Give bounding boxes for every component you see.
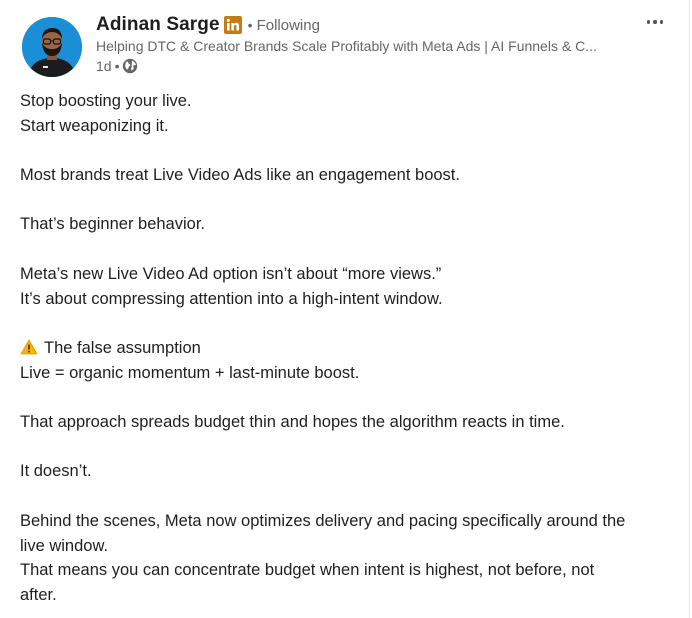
text-line: Start weaponizing it. bbox=[20, 116, 169, 135]
text-line: Behind the scenes, Meta now optimizes de… bbox=[20, 511, 626, 530]
text-line: It doesn’t. bbox=[20, 462, 92, 481]
warning-icon bbox=[20, 338, 38, 355]
feed-post-card: Adinan Sarge • Following Helping DTC & C… bbox=[0, 0, 690, 618]
paragraph: Most brands treat Live Video Ads like an… bbox=[20, 163, 670, 188]
text-line: live window. bbox=[20, 536, 109, 555]
text-line: Most brands treat Live Video Ads like an… bbox=[20, 166, 460, 185]
follow-status[interactable]: Following bbox=[257, 17, 320, 34]
globe-icon bbox=[122, 58, 138, 74]
post-time: 1d bbox=[96, 58, 112, 74]
linkedin-icon bbox=[223, 16, 242, 34]
post-meta: 1d • bbox=[96, 58, 138, 74]
paragraph: The false assumption Live = organic mome… bbox=[20, 336, 670, 385]
warning-heading: The false assumption bbox=[44, 338, 201, 357]
avatar-photo bbox=[22, 17, 82, 77]
text-line: That means you can concentrate budget wh… bbox=[20, 561, 595, 580]
author-avatar[interactable] bbox=[22, 17, 82, 77]
separator-dot: • bbox=[114, 58, 120, 74]
post-header: Adinan Sarge • Following bbox=[96, 14, 320, 36]
paragraph: That’s beginner behavior. bbox=[20, 212, 670, 237]
author-name[interactable]: Adinan Sarge bbox=[96, 14, 220, 36]
paragraph: Meta’s new Live Video Ad option isn’t ab… bbox=[20, 262, 670, 311]
text-line: The false assumption bbox=[20, 336, 670, 361]
text-line: Stop boosting your live. bbox=[20, 92, 192, 110]
text-line: That’s beginner behavior. bbox=[20, 215, 205, 234]
paragraph: Stop boosting your live. Start weaponizi… bbox=[20, 89, 670, 138]
text-line: It’s about compressing attention into a … bbox=[20, 289, 443, 308]
text-line: Meta’s new Live Video Ad option isn’t ab… bbox=[20, 264, 442, 283]
paragraph: Behind the scenes, Meta now optimizes de… bbox=[20, 509, 670, 608]
text-line: Live = organic momentum + last-minute bo… bbox=[20, 363, 360, 382]
text-line: That approach spreads budget thin and ho… bbox=[20, 413, 565, 432]
paragraph: That approach spreads budget thin and ho… bbox=[20, 410, 670, 435]
separator-dot: • bbox=[247, 17, 253, 33]
more-options-icon[interactable] bbox=[641, 12, 669, 32]
post-text: Stop boosting your live. Start weaponizi… bbox=[20, 89, 670, 618]
text-line: after. bbox=[20, 585, 57, 604]
author-headline: Helping DTC & Creator Brands Scale Profi… bbox=[96, 38, 597, 54]
paragraph: It doesn’t. bbox=[20, 459, 670, 484]
